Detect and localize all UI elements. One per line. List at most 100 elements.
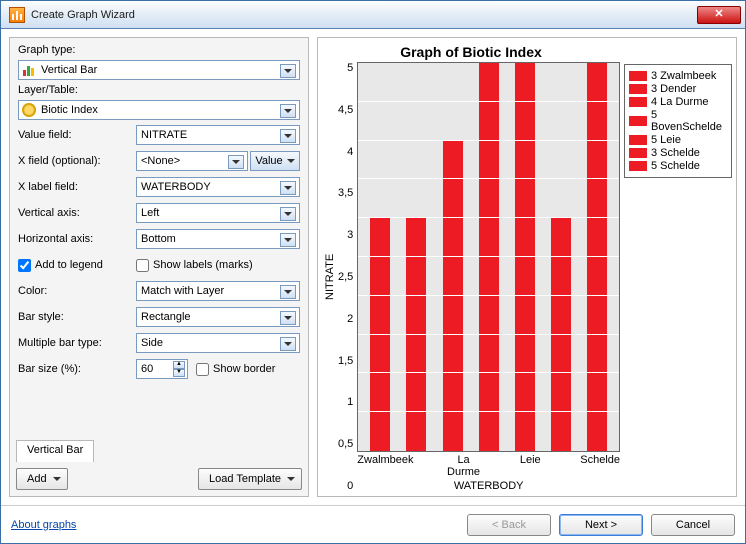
legend-item: 5 Schelde	[629, 160, 727, 172]
chart-panel: Graph of Biotic Index NITRATE 5 4,5 4 3,5 3 2…	[317, 37, 737, 497]
value-field-value: NITRATE	[141, 129, 187, 141]
footer: About graphs < Back Next > Cancel	[1, 505, 745, 543]
layer-table-label: Layer/Table:	[18, 84, 300, 96]
layer-table-value: Biotic Index	[41, 104, 98, 116]
legend-item: 3 Dender	[629, 83, 727, 95]
chart-legend: 3 Zwalmbeek3 Dender4 La Durme5 BovenSche…	[624, 64, 732, 178]
x-tick	[547, 454, 580, 478]
graph-type-label: Graph type:	[18, 44, 300, 56]
x-tick	[480, 454, 513, 478]
legend-item: 5 Leie	[629, 134, 727, 146]
color-combo[interactable]: Match with Layer	[136, 281, 300, 301]
legend-label: 4 La Durme	[651, 96, 708, 108]
bar-size-value: 60	[141, 363, 153, 375]
y-tick: 4,5	[338, 104, 353, 116]
y-tick: 5	[347, 62, 353, 74]
close-button[interactable]: ✕	[697, 6, 741, 24]
y-tick: 4	[347, 146, 353, 158]
y-tick: 1,5	[338, 355, 353, 367]
next-button[interactable]: Next >	[559, 514, 643, 536]
value-button[interactable]: Value	[250, 151, 300, 171]
value-field-combo[interactable]: NITRATE	[136, 125, 300, 145]
settings-panel: Graph type: Vertical Bar Layer/Table: Bi…	[9, 37, 309, 497]
add-button[interactable]: Add	[16, 468, 68, 490]
bar-size-spinner[interactable]: 60 ▲▼	[136, 359, 188, 379]
spin-down-icon[interactable]: ▼	[173, 369, 185, 377]
x-label-field-combo[interactable]: WATERBODY	[136, 177, 300, 197]
legend-swatch	[629, 97, 647, 107]
y-tick: 1	[347, 396, 353, 408]
spin-up-icon[interactable]: ▲	[173, 361, 185, 369]
x-axis-ticks: ZwalmbeekLa DurmeLeieSchelde	[357, 452, 620, 478]
bar-leie	[515, 63, 535, 451]
bar-schelde	[587, 63, 607, 451]
legend-swatch	[629, 161, 647, 171]
bar-style-label: Bar style:	[18, 311, 130, 323]
legend-swatch	[629, 135, 647, 145]
legend-swatch	[629, 116, 647, 126]
multi-bar-value: Side	[141, 337, 163, 349]
series-tab-label: Vertical Bar	[27, 444, 83, 456]
plot-area	[357, 62, 620, 452]
multi-bar-combo[interactable]: Side	[136, 333, 300, 353]
show-border-checkbox[interactable]	[196, 363, 209, 376]
color-value: Match with Layer	[141, 285, 224, 297]
show-labels-checkbox[interactable]	[136, 259, 149, 272]
titlebar[interactable]: Create Graph Wizard ✕	[1, 1, 745, 29]
x-field-label: X field (optional):	[18, 155, 130, 167]
load-template-button[interactable]: Load Template	[198, 468, 302, 490]
legend-label: 5 BovenSchelde	[651, 109, 727, 133]
x-label-field-value: WATERBODY	[141, 181, 211, 193]
y-tick: 0,5	[338, 438, 353, 450]
multi-bar-label: Multiple bar type:	[18, 337, 130, 349]
legend-item: 5 BovenSchelde	[629, 109, 727, 133]
x-tick: Zwalmbeek	[357, 454, 413, 478]
x-label-field-label: X label field:	[18, 181, 130, 193]
vertical-bar-icon	[22, 63, 36, 77]
x-tick: La Durme	[447, 454, 480, 478]
y-tick: 3	[347, 229, 353, 241]
legend-item: 4 La Durme	[629, 96, 727, 108]
value-button-label: Value	[255, 155, 282, 167]
cancel-button[interactable]: Cancel	[651, 514, 735, 536]
add-to-legend-checkbox[interactable]	[18, 259, 31, 272]
vertical-axis-combo[interactable]: Left	[136, 203, 300, 223]
load-template-label: Load Template	[209, 473, 281, 485]
legend-item: 3 Schelde	[629, 147, 727, 159]
color-label: Color:	[18, 285, 130, 297]
about-graphs-link[interactable]: About graphs	[11, 519, 76, 531]
chart-title: Graph of Biotic Index	[322, 44, 620, 60]
cancel-button-label: Cancel	[676, 519, 710, 531]
back-button: < Back	[467, 514, 551, 536]
legend-label: 3 Zwalmbeek	[651, 70, 716, 82]
y-tick: 2	[347, 313, 353, 325]
next-button-label: Next >	[585, 519, 617, 531]
graph-type-combo[interactable]: Vertical Bar	[18, 60, 300, 80]
wizard-window: Create Graph Wizard ✕ Graph type: Vertic…	[0, 0, 746, 544]
layer-table-combo[interactable]: Biotic Index	[18, 100, 300, 120]
series-tab[interactable]: Vertical Bar	[16, 440, 94, 462]
back-button-label: < Back	[492, 519, 526, 531]
graph-type-value: Vertical Bar	[41, 64, 97, 76]
bar-style-combo[interactable]: Rectangle	[136, 307, 300, 327]
x-axis-label: WATERBODY	[357, 480, 620, 492]
x-field-combo[interactable]: <None>	[136, 151, 248, 171]
legend-swatch	[629, 84, 647, 94]
y-axis-label: NITRATE	[322, 62, 338, 492]
horizontal-axis-combo[interactable]: Bottom	[136, 229, 300, 249]
legend-swatch	[629, 71, 647, 81]
bar-bovenschelde	[479, 63, 499, 451]
y-tick: 2,5	[338, 271, 353, 283]
legend-item: 3 Zwalmbeek	[629, 70, 727, 82]
y-axis-ticks: 54,543,532,521,510,50	[338, 62, 357, 492]
add-button-label: Add	[27, 473, 47, 485]
legend-label: 3 Schelde	[651, 147, 700, 159]
window-title: Create Graph Wizard	[31, 9, 697, 21]
legend-label: 3 Dender	[651, 83, 696, 95]
vertical-axis-value: Left	[141, 207, 159, 219]
horizontal-axis-label: Horizontal axis:	[18, 233, 130, 245]
y-tick: 3,5	[338, 187, 353, 199]
legend-swatch	[629, 148, 647, 158]
legend-label: 5 Schelde	[651, 160, 700, 172]
x-tick	[414, 454, 447, 478]
